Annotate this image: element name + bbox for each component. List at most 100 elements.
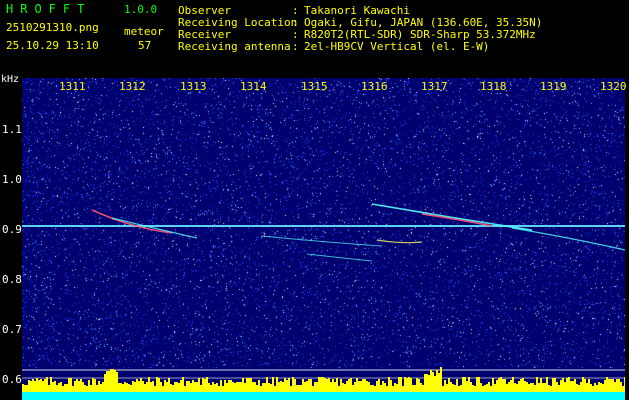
histogram-bar — [492, 378, 494, 392]
histogram-bar — [312, 386, 314, 392]
histogram-base — [554, 392, 556, 400]
histogram-base — [320, 392, 322, 400]
histogram-base — [272, 392, 274, 400]
histogram-base — [300, 392, 302, 400]
histogram-base — [40, 392, 42, 400]
histogram-base — [210, 392, 212, 400]
time-tick-label: 1318 — [480, 80, 507, 93]
histogram-bar — [156, 377, 158, 392]
histogram-bar — [528, 384, 530, 392]
histogram-base — [28, 392, 30, 400]
histogram-base — [374, 392, 376, 400]
timestamp: 25.10.29 13:10 — [6, 39, 99, 52]
histogram-base — [348, 392, 350, 400]
histogram-base — [122, 392, 124, 400]
histogram-bar — [168, 378, 170, 392]
histogram-bar — [520, 379, 522, 392]
histogram-bar — [460, 385, 462, 392]
histogram-bar — [108, 371, 110, 392]
histogram-base — [228, 392, 230, 400]
histogram-base — [254, 392, 256, 400]
histogram-bar — [512, 377, 514, 392]
histogram-bar — [118, 383, 120, 392]
histogram-base — [486, 392, 488, 400]
histogram-bar — [422, 385, 424, 392]
histogram-bar — [546, 377, 548, 392]
histogram-base — [350, 392, 352, 400]
histogram-bar — [494, 384, 496, 392]
histogram-base — [530, 392, 532, 400]
histogram-base — [452, 392, 454, 400]
histogram-base — [208, 392, 210, 400]
histogram-bar — [86, 386, 88, 392]
histogram-bar — [394, 383, 396, 392]
histogram-base — [492, 392, 494, 400]
histogram-base — [182, 392, 184, 400]
histogram-bar — [240, 382, 242, 392]
histogram-bar — [464, 377, 466, 392]
histogram-base — [240, 392, 242, 400]
histogram-base — [400, 392, 402, 400]
histogram-base — [586, 392, 588, 400]
histogram-base — [26, 392, 28, 400]
histogram-bar — [340, 379, 342, 392]
histogram-base — [306, 392, 308, 400]
histogram-bar — [164, 380, 166, 392]
histogram-base — [326, 392, 328, 400]
histogram-base — [212, 392, 214, 400]
histogram-base — [526, 392, 528, 400]
histogram-base — [432, 392, 434, 400]
histogram-base — [190, 392, 192, 400]
histogram-bar — [226, 383, 228, 392]
histogram-bar — [480, 383, 482, 392]
histogram-base — [242, 392, 244, 400]
histogram-bar — [288, 378, 290, 392]
histogram-bar — [578, 385, 580, 392]
histogram-bar — [176, 382, 178, 392]
histogram-base — [502, 392, 504, 400]
histogram-base — [578, 392, 580, 400]
histogram-bar — [246, 378, 248, 392]
histogram-base — [178, 392, 180, 400]
histogram-base — [616, 392, 618, 400]
histogram-base — [328, 392, 330, 400]
histogram-base — [118, 392, 120, 400]
histogram-base — [82, 392, 84, 400]
histogram-bar — [24, 385, 26, 392]
histogram-base — [574, 392, 576, 400]
histogram-bar — [338, 386, 340, 392]
histogram-bar — [96, 385, 98, 392]
histogram-base — [588, 392, 590, 400]
histogram-base — [444, 392, 446, 400]
histogram-base — [24, 392, 26, 400]
histogram-bar — [310, 379, 312, 392]
histogram-base — [194, 392, 196, 400]
histogram-bar — [380, 385, 382, 392]
histogram-bar — [518, 381, 520, 392]
histogram-base — [188, 392, 190, 400]
histogram-bar — [466, 381, 468, 392]
histogram-bar — [586, 383, 588, 392]
histogram-bar — [76, 379, 78, 392]
histogram-bar — [446, 384, 448, 392]
histogram-bar — [560, 380, 562, 392]
histogram-bar — [98, 381, 100, 392]
histogram-base — [500, 392, 502, 400]
histogram-base — [214, 392, 216, 400]
histogram-bar — [382, 381, 384, 392]
meteor-trail — [261, 235, 383, 247]
histogram-bar — [358, 381, 360, 392]
histogram-bar — [508, 382, 510, 392]
histogram-base — [70, 392, 72, 400]
histogram-base — [342, 392, 344, 400]
histogram-base — [284, 392, 286, 400]
histogram-base — [472, 392, 474, 400]
histogram-base — [368, 392, 370, 400]
histogram-bar — [66, 384, 68, 392]
histogram-base — [468, 392, 470, 400]
histogram-bar — [130, 385, 132, 392]
histogram-bar — [224, 380, 226, 392]
histogram-bar — [270, 384, 272, 392]
frequency-tick-label: 0.6 — [2, 373, 22, 386]
histogram-base — [522, 392, 524, 400]
